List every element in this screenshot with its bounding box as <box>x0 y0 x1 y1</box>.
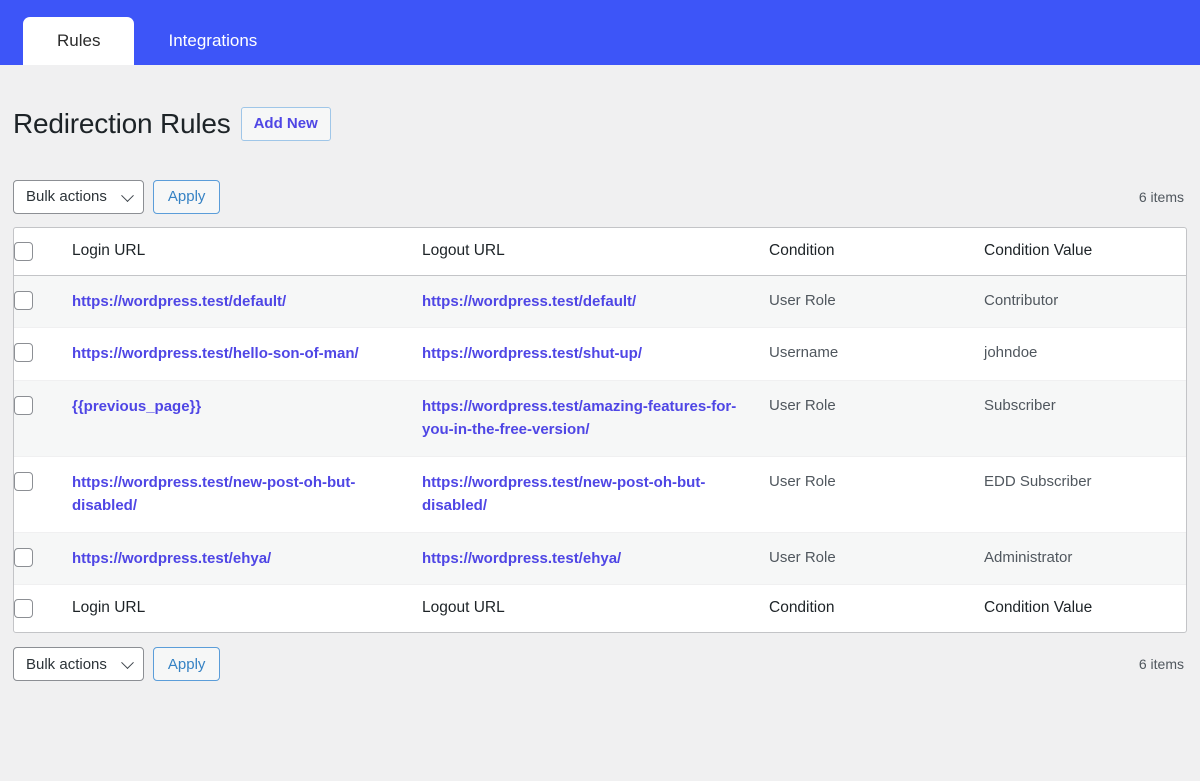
login-url-link[interactable]: https://wordpress.test/default/ <box>72 293 286 310</box>
bulk-actions-label-bottom: Bulk actions <box>26 656 107 673</box>
page-title: Redirection Rules <box>13 106 231 142</box>
row-select-cell <box>14 328 72 381</box>
table-toolbar-bottom: Bulk actions Apply 6 items <box>0 633 1200 681</box>
chevron-down-icon <box>121 657 134 670</box>
tab-bar: Rules Integrations <box>0 0 1200 65</box>
tab-rules[interactable]: Rules <box>23 17 134 65</box>
bulk-actions-label-top: Bulk actions <box>26 188 107 205</box>
logout-url-link[interactable]: https://wordpress.test/shut-up/ <box>422 345 642 362</box>
cell-logout-url: https://wordpress.test/default/ <box>422 275 769 328</box>
tab-integrations[interactable]: Integrations <box>134 17 291 65</box>
column-footer-condition[interactable]: Condition <box>769 585 984 633</box>
table-row: https://wordpress.test/new-post-oh-but-d… <box>14 456 1186 532</box>
column-footer-condition-value[interactable]: Condition Value <box>984 585 1186 633</box>
select-all-header <box>14 228 72 276</box>
cell-login-url: https://wordpress.test/new-post-oh-but-d… <box>72 456 422 532</box>
column-header-login-url[interactable]: Login URL <box>72 228 422 276</box>
cell-condition: User Role <box>769 275 984 328</box>
table-row: https://wordpress.test/default/ https://… <box>14 275 1186 328</box>
apply-button-bottom[interactable]: Apply <box>153 647 221 681</box>
logout-url-link[interactable]: https://wordpress.test/amazing-features-… <box>422 398 736 439</box>
cell-login-url: https://wordpress.test/default/ <box>72 275 422 328</box>
cell-logout-url: https://wordpress.test/amazing-features-… <box>422 380 769 456</box>
cell-condition-value: Contributor <box>984 275 1186 328</box>
apply-button-top[interactable]: Apply <box>153 180 221 214</box>
row-checkbox[interactable] <box>14 548 33 567</box>
cell-condition-value: Subscriber <box>984 380 1186 456</box>
logout-url-link[interactable]: https://wordpress.test/ehya/ <box>422 550 621 567</box>
cell-condition: User Role <box>769 532 984 585</box>
cell-login-url: https://wordpress.test/ehya/ <box>72 532 422 585</box>
table-header-row: Login URL Logout URL Condition Condition… <box>14 228 1186 276</box>
tab-integrations-label: Integrations <box>168 31 257 51</box>
table-body: https://wordpress.test/default/ https://… <box>14 275 1186 585</box>
table-row: https://wordpress.test/hello-son-of-man/… <box>14 328 1186 381</box>
cell-logout-url: https://wordpress.test/new-post-oh-but-d… <box>422 456 769 532</box>
column-footer-login-url[interactable]: Login URL <box>72 585 422 633</box>
cell-condition: Username <box>769 328 984 381</box>
select-all-checkbox-top[interactable] <box>14 242 33 261</box>
row-select-cell <box>14 380 72 456</box>
cell-login-url: https://wordpress.test/hello-son-of-man/ <box>72 328 422 381</box>
chevron-down-icon <box>121 189 134 202</box>
cell-login-url: {{previous_page}} <box>72 380 422 456</box>
add-new-button[interactable]: Add New <box>241 107 331 141</box>
cell-condition-value: johndoe <box>984 328 1186 381</box>
login-url-link[interactable]: https://wordpress.test/ehya/ <box>72 550 271 567</box>
row-checkbox[interactable] <box>14 343 33 362</box>
row-checkbox[interactable] <box>14 291 33 310</box>
rules-table-container: Login URL Logout URL Condition Condition… <box>13 227 1187 634</box>
cell-condition: User Role <box>769 456 984 532</box>
table-toolbar-top: Bulk actions Apply 6 items <box>0 161 1200 214</box>
cell-logout-url: https://wordpress.test/shut-up/ <box>422 328 769 381</box>
row-select-cell <box>14 456 72 532</box>
row-checkbox[interactable] <box>14 472 33 491</box>
table-row: https://wordpress.test/ehya/ https://wor… <box>14 532 1186 585</box>
column-header-condition[interactable]: Condition <box>769 228 984 276</box>
table-footer: Login URL Logout URL Condition Condition… <box>14 585 1186 633</box>
row-select-cell <box>14 275 72 328</box>
tab-rules-label: Rules <box>57 31 100 51</box>
column-header-logout-url[interactable]: Logout URL <box>422 228 769 276</box>
select-all-footer <box>14 585 72 633</box>
rules-table: Login URL Logout URL Condition Condition… <box>14 228 1186 633</box>
items-count-top: 6 items <box>1139 189 1187 205</box>
table-header: Login URL Logout URL Condition Condition… <box>14 228 1186 276</box>
login-url-link[interactable]: https://wordpress.test/new-post-oh-but-d… <box>72 474 355 515</box>
row-select-cell <box>14 532 72 585</box>
row-checkbox[interactable] <box>14 396 33 415</box>
logout-url-link[interactable]: https://wordpress.test/default/ <box>422 293 636 310</box>
table-footer-row: Login URL Logout URL Condition Condition… <box>14 585 1186 633</box>
cell-logout-url: https://wordpress.test/ehya/ <box>422 532 769 585</box>
select-all-checkbox-bottom[interactable] <box>14 599 33 618</box>
cell-condition-value: Administrator <box>984 532 1186 585</box>
login-url-link[interactable]: https://wordpress.test/hello-son-of-man/ <box>72 345 359 362</box>
cell-condition: User Role <box>769 380 984 456</box>
column-header-condition-value[interactable]: Condition Value <box>984 228 1186 276</box>
page-header: Redirection Rules Add New <box>0 65 1200 161</box>
login-url-link[interactable]: {{previous_page}} <box>72 398 201 415</box>
logout-url-link[interactable]: https://wordpress.test/new-post-oh-but-d… <box>422 474 705 515</box>
table-row: {{previous_page}} https://wordpress.test… <box>14 380 1186 456</box>
cell-condition-value: EDD Subscriber <box>984 456 1186 532</box>
column-footer-logout-url[interactable]: Logout URL <box>422 585 769 633</box>
bulk-actions-select-bottom[interactable]: Bulk actions <box>13 647 144 681</box>
items-count-bottom: 6 items <box>1139 656 1187 672</box>
bulk-actions-select-top[interactable]: Bulk actions <box>13 180 144 214</box>
